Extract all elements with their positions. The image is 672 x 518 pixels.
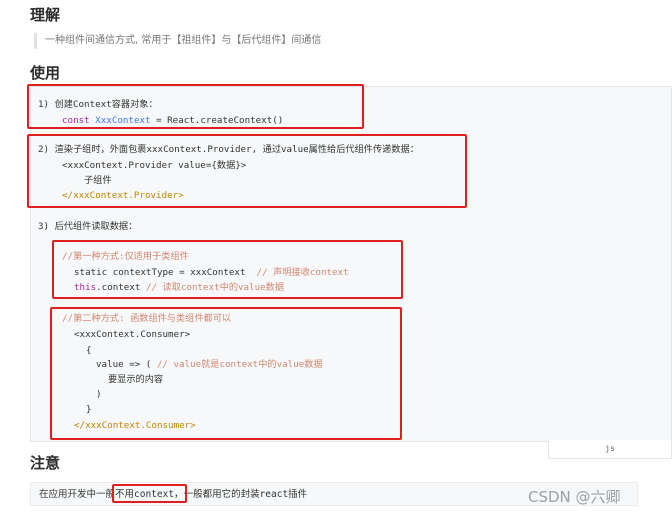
heading-usage: 使用 xyxy=(30,64,61,82)
code-language-label: js xyxy=(548,440,672,459)
brace-open: { xyxy=(86,345,92,356)
step3-title: 3) 后代组件读取数据： xyxy=(38,221,138,232)
context-type-code: static contextType = xxxContext xyxy=(74,267,246,278)
brace-close: } xyxy=(86,404,92,415)
consumer-content: 要显示的内容 xyxy=(108,374,164,385)
note-suffix: 一般都用它的封装react插件 xyxy=(183,489,308,500)
create-context-call: = React.createContext() xyxy=(150,115,284,126)
consumer-open-tag: <xxxContext.Consumer> xyxy=(74,329,191,340)
value-comment: // value就是context中的value数据 xyxy=(156,359,323,370)
context-var: XxxContext xyxy=(95,115,151,126)
way1-line1: static contextType = xxxContext // 声明接收c… xyxy=(74,265,349,281)
note-highlight: 不用context， xyxy=(115,489,184,500)
this-context-comment: // 读取context中的value数据 xyxy=(140,282,285,293)
this-context-code: .context xyxy=(96,282,141,293)
keyword-const: const xyxy=(62,115,90,126)
step2-title: 2) 渲染子组时，外面包裹xxxContext.Provider, 通过valu… xyxy=(38,144,419,155)
watermark: CSDN @六卿 xyxy=(528,488,621,506)
context-type-comment: // 声明接收context xyxy=(245,267,349,278)
value-arrow-code: value => ( xyxy=(96,359,157,370)
step1-code: const XxxContext = React.createContext() xyxy=(62,113,283,129)
way1-comment: //第一种方式:仅适用于类组件 xyxy=(62,251,189,262)
step1-title: 1) 创建Context容器对象： xyxy=(38,99,158,110)
paren-close: ) xyxy=(96,389,102,400)
way1-line2: this.context // 读取context中的value数据 xyxy=(74,280,284,296)
way2-comment: //第二种方式: 函数组件与类组件都可以 xyxy=(62,313,232,324)
heading-understand: 理解 xyxy=(30,6,61,24)
provider-close-tag: </xxxContext.Provider> xyxy=(62,190,184,201)
provider-open-tag: <xxxContext.Provider value={数据}> xyxy=(62,160,247,171)
provider-child: 子组件 xyxy=(84,175,112,186)
definition-quote: 一种组件间通信方式, 常用于【祖组件】与【后代组件】间通信 xyxy=(34,33,665,49)
consumer-close-tag: </xxxContext.Consumer> xyxy=(74,420,196,431)
note-prefix: 在应用开发中一般 xyxy=(39,489,116,500)
value-line: value => ( // value就是context中的value数据 xyxy=(96,357,323,373)
heading-note: 注意 xyxy=(30,454,61,472)
keyword-this: this xyxy=(74,282,97,293)
